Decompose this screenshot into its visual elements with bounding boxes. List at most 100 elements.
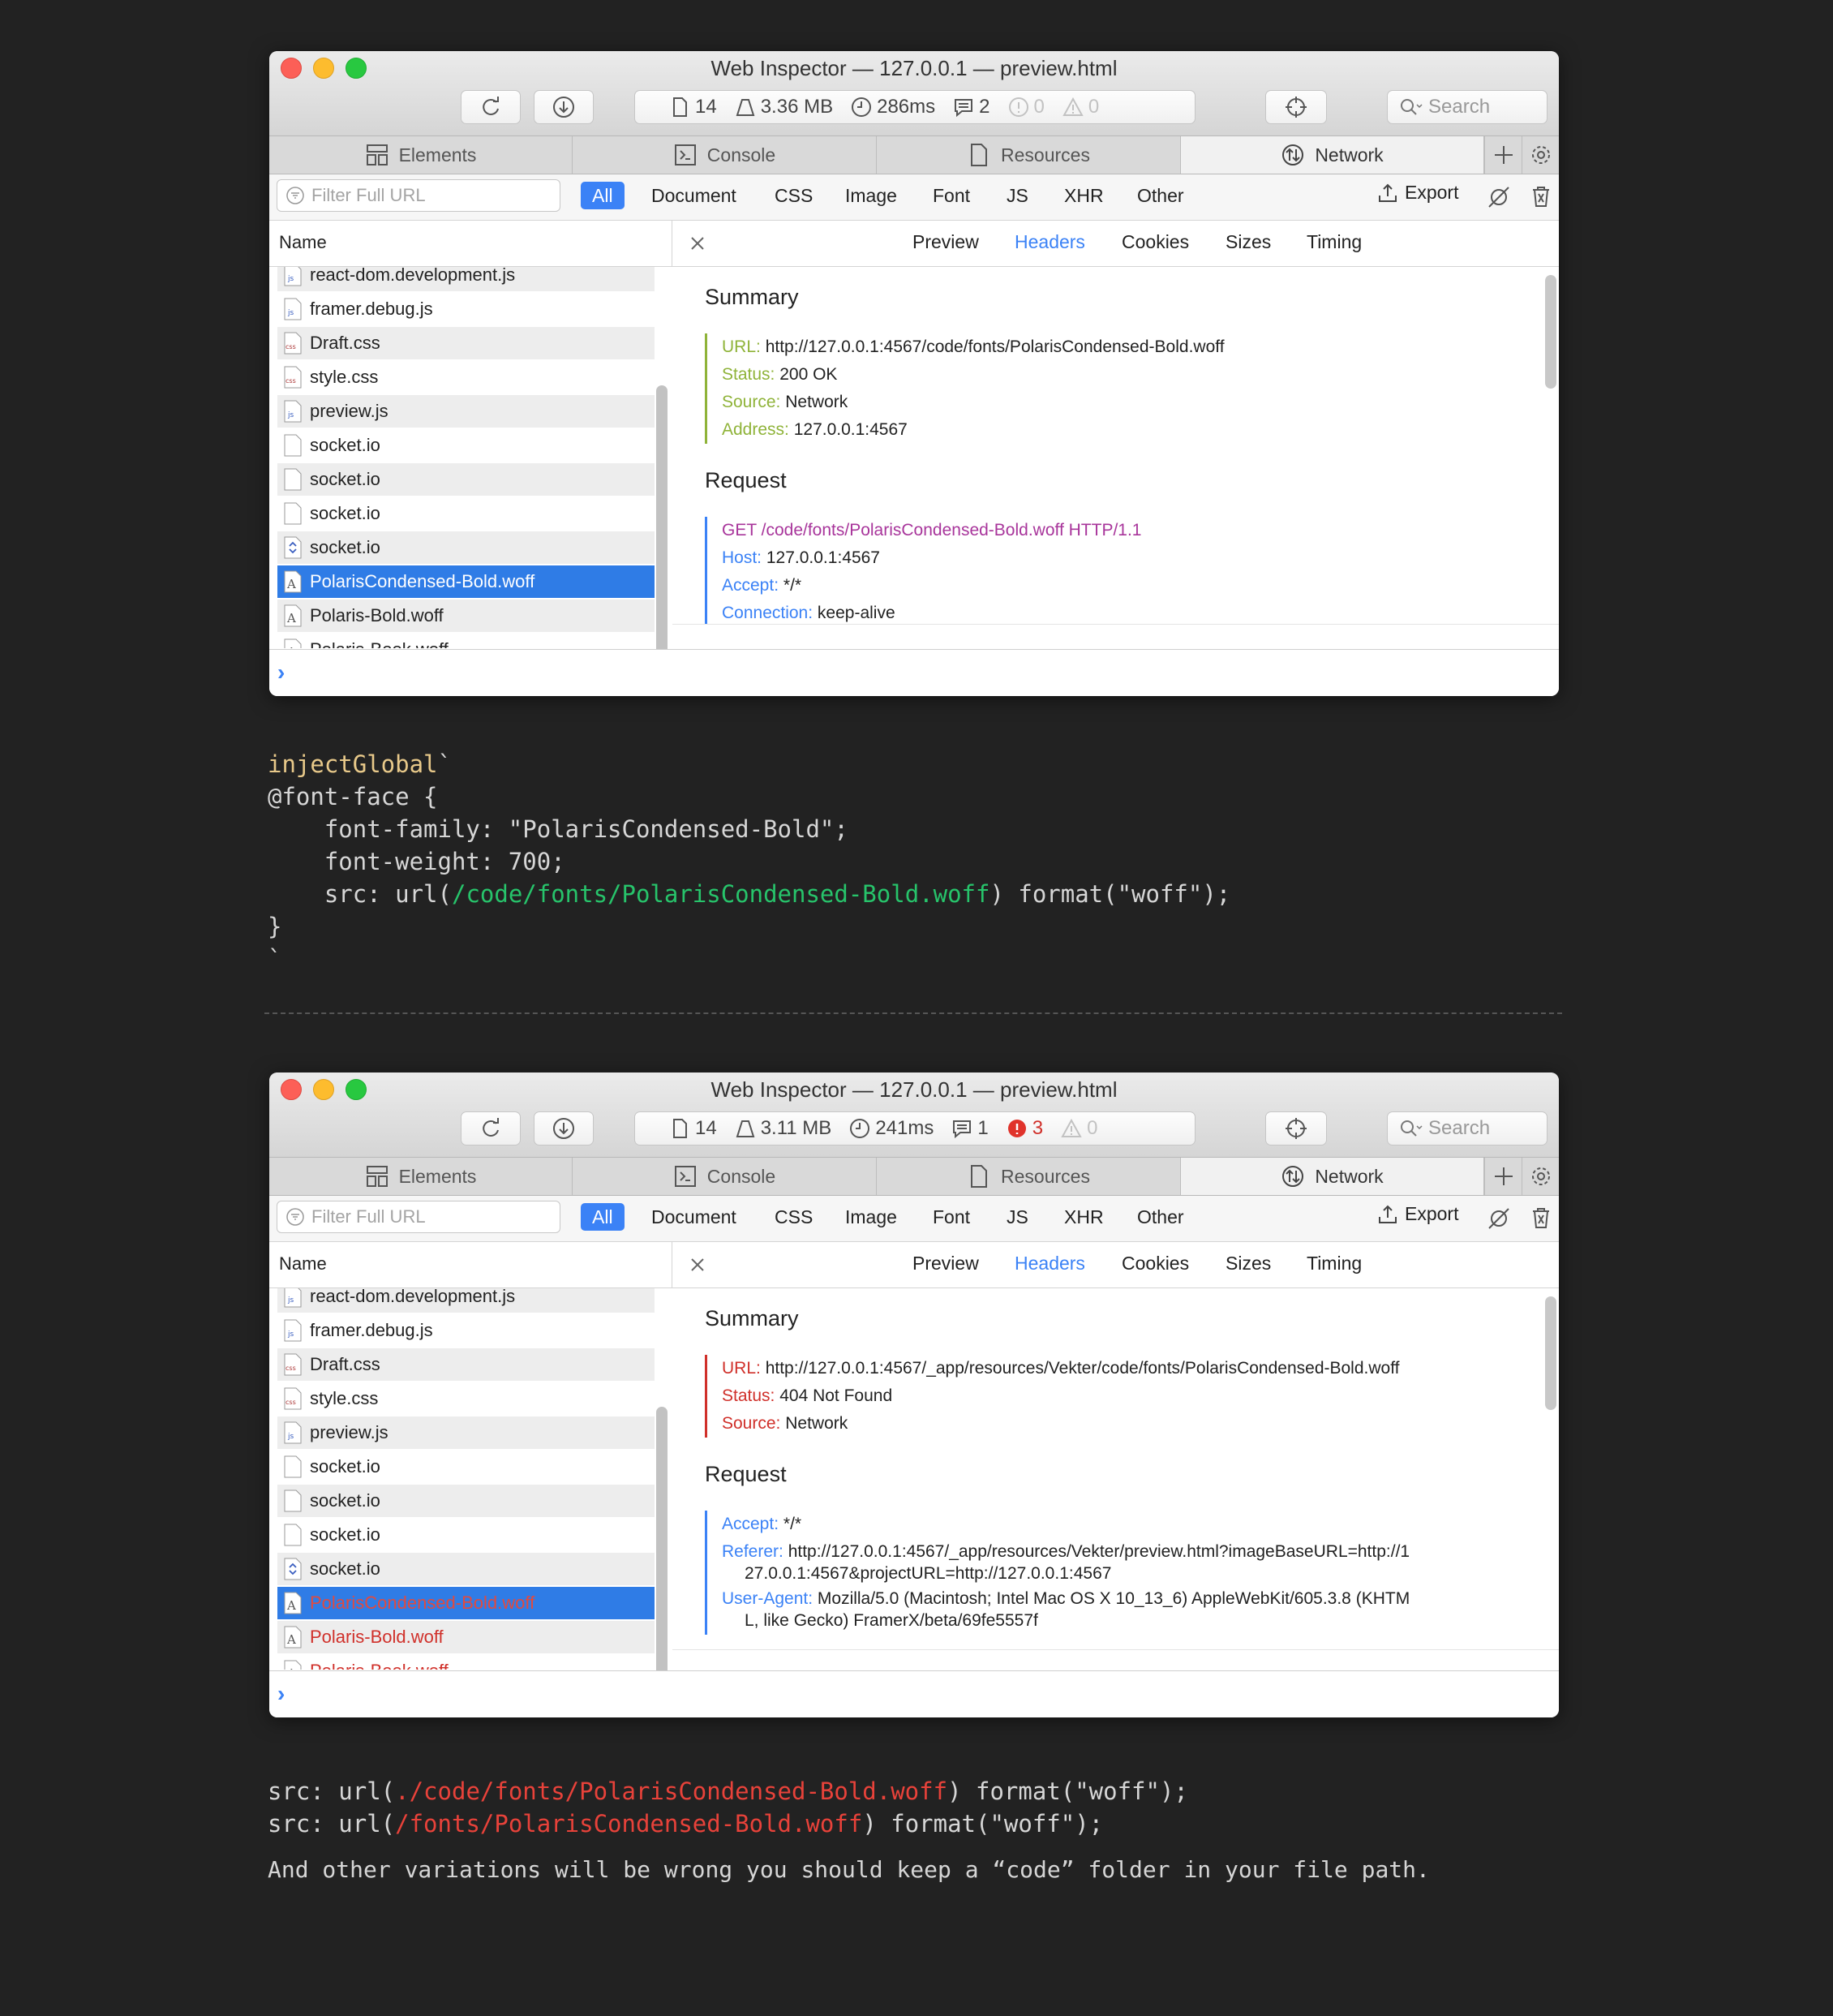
reload-button[interactable]: [461, 1111, 521, 1146]
list-item[interactable]: js preview.js: [277, 1416, 655, 1449]
name-column-header[interactable]: Name: [279, 232, 327, 253]
list-item[interactable]: A Polaris-Bold.woff: [277, 600, 655, 632]
list-scrollbar[interactable]: [656, 385, 668, 689]
request-referer: Referer: http://127.0.0.1:4567/_app/reso…: [722, 1541, 1517, 1584]
filter-image[interactable]: Image: [845, 1203, 897, 1231]
list-item[interactable]: socket.io: [277, 429, 655, 462]
console-prompt-bar[interactable]: ›: [269, 1670, 1559, 1717]
tab-timing[interactable]: Timing: [1307, 1253, 1362, 1275]
tab-preview[interactable]: Preview: [912, 1253, 979, 1275]
console-prompt-bar[interactable]: ›: [269, 649, 1559, 696]
new-tab-button[interactable]: [1484, 136, 1522, 174]
tab-cookies[interactable]: Cookies: [1122, 1253, 1189, 1275]
filter-all[interactable]: All: [581, 1203, 625, 1231]
dashboard-stats[interactable]: 14 3.11 MB 241ms 1 3 0: [634, 1111, 1196, 1146]
list-item[interactable]: js react-dom.development.js: [277, 1288, 655, 1313]
svg-text:css: css: [285, 377, 296, 385]
tab-elements[interactable]: Elements: [269, 1158, 573, 1195]
list-item[interactable]: css style.css: [277, 361, 655, 393]
filter-font[interactable]: Font: [933, 182, 970, 209]
tab-resources[interactable]: Resources: [877, 1158, 1181, 1195]
search-field[interactable]: Search: [1387, 90, 1548, 124]
filter-bar: Filter Full URL All Document CSS Image F…: [269, 1196, 1559, 1242]
filter-document[interactable]: Document: [651, 1203, 736, 1231]
download-button[interactable]: [534, 1111, 594, 1146]
list-item[interactable]: css Draft.css: [277, 1348, 655, 1381]
filter-xhr[interactable]: XHR: [1064, 1203, 1104, 1231]
list-item[interactable]: css style.css: [277, 1382, 655, 1415]
download-button[interactable]: [534, 90, 594, 124]
search-field[interactable]: Search: [1387, 1111, 1548, 1146]
list-item[interactable]: socket.io: [277, 463, 655, 496]
clear-log-icon[interactable]: [1528, 1206, 1554, 1232]
dashed-divider: [264, 1012, 1562, 1014]
filter-image[interactable]: Image: [845, 182, 897, 209]
list-item[interactable]: socket.io: [277, 1553, 655, 1585]
list-item[interactable]: socket.io: [277, 497, 655, 530]
filter-document[interactable]: Document: [651, 182, 736, 209]
inspect-button[interactable]: [1265, 1111, 1327, 1146]
name-column-header[interactable]: Name: [279, 1253, 327, 1275]
detail-scrollbar[interactable]: [1545, 1296, 1556, 1410]
list-item[interactable]: js framer.debug.js: [277, 1314, 655, 1347]
filter-font[interactable]: Font: [933, 1203, 970, 1231]
tab-preview[interactable]: Preview: [912, 231, 979, 253]
tab-resources[interactable]: Resources: [877, 136, 1181, 174]
filter-js[interactable]: JS: [1007, 182, 1028, 209]
tab-sizes[interactable]: Sizes: [1226, 1253, 1271, 1275]
list-item[interactable]: socket.io: [277, 1451, 655, 1483]
filter-css[interactable]: CSS: [775, 182, 813, 209]
tab-console[interactable]: Console: [573, 1158, 877, 1195]
filter-url-input[interactable]: Filter Full URL: [277, 1201, 560, 1233]
plus-icon: [1494, 1167, 1513, 1185]
reload-button[interactable]: [461, 90, 521, 124]
list-item[interactable]: A PolarisCondensed-Bold.woff: [277, 565, 655, 598]
filter-other[interactable]: Other: [1137, 1203, 1184, 1231]
settings-button[interactable]: [1522, 136, 1559, 174]
clear-log-icon[interactable]: [1528, 184, 1554, 210]
filter-css[interactable]: CSS: [775, 1203, 813, 1231]
tab-console[interactable]: Console: [573, 136, 877, 174]
tab-sizes[interactable]: Sizes: [1226, 231, 1271, 253]
settings-button[interactable]: [1522, 1158, 1559, 1195]
disable-cache-icon[interactable]: [1486, 184, 1512, 210]
tab-headers[interactable]: Headers: [1015, 1253, 1085, 1275]
inspect-button[interactable]: [1265, 90, 1327, 124]
warning-icon: [1062, 97, 1084, 116]
list-item[interactable]: js framer.debug.js: [277, 293, 655, 325]
list-item[interactable]: socket.io: [277, 1485, 655, 1517]
close-icon[interactable]: [685, 1252, 710, 1278]
disable-cache-icon[interactable]: [1486, 1206, 1512, 1232]
tab-network[interactable]: Network: [1181, 1158, 1484, 1195]
list-item[interactable]: A Polaris-Book.woff: [277, 634, 655, 648]
filter-url-input[interactable]: Filter Full URL: [277, 179, 560, 212]
list-item[interactable]: css Draft.css: [277, 327, 655, 359]
export-button[interactable]: Export: [1377, 1203, 1458, 1225]
filter-xhr[interactable]: XHR: [1064, 182, 1104, 209]
tab-cookies[interactable]: Cookies: [1122, 231, 1189, 253]
tab-timing[interactable]: Timing: [1307, 231, 1362, 253]
tab-network[interactable]: Network: [1181, 136, 1484, 174]
list-item[interactable]: js preview.js: [277, 395, 655, 428]
tab-headers[interactable]: Headers: [1015, 231, 1085, 253]
new-tab-button[interactable]: [1484, 1158, 1522, 1195]
list-item[interactable]: js react-dom.development.js: [277, 267, 655, 291]
filter-other[interactable]: Other: [1137, 182, 1184, 209]
svg-text:A: A: [286, 611, 296, 625]
dashboard-stats[interactable]: 14 3.36 MB 286ms 2 0 0: [634, 90, 1196, 124]
list-item[interactable]: A Polaris-Bold.woff: [277, 1621, 655, 1653]
list-scrollbar[interactable]: [656, 1407, 668, 1710]
export-button[interactable]: Export: [1377, 182, 1458, 204]
list-item[interactable]: socket.io: [277, 1519, 655, 1551]
list-item[interactable]: A PolarisCondensed-Bold.woff: [277, 1587, 655, 1619]
list-item-name: socket.io: [310, 435, 380, 455]
filter-js[interactable]: JS: [1007, 1203, 1028, 1231]
css-file-icon: css: [284, 1353, 302, 1376]
tab-elements[interactable]: Elements: [269, 136, 573, 174]
detail-scrollbar[interactable]: [1545, 275, 1556, 389]
list-item[interactable]: A Polaris-Book.woff: [277, 1655, 655, 1670]
request-host: Host: 127.0.0.1:4567: [722, 544, 1517, 572]
close-icon[interactable]: [685, 230, 710, 256]
list-item[interactable]: socket.io: [277, 531, 655, 564]
filter-all[interactable]: All: [581, 182, 625, 209]
